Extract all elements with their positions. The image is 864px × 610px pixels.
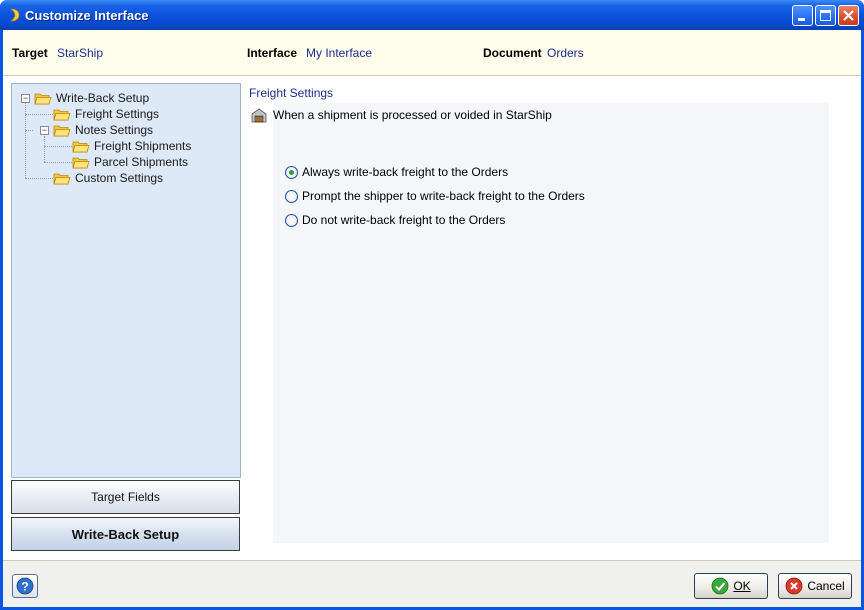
- document-value: Orders: [547, 46, 584, 60]
- option-label: Prompt the shipper to write-back freight…: [302, 189, 585, 203]
- option-label: Always write-back freight to the Orders: [302, 165, 509, 179]
- target-fields-label: Target Fields: [91, 490, 160, 504]
- tree-item-parcel-shipments[interactable]: Parcel Shipments: [72, 154, 188, 170]
- write-back-setup-button[interactable]: Write-Back Setup: [11, 517, 240, 551]
- tree-item-label: Parcel Shipments: [94, 155, 189, 169]
- tree-item-notes-settings[interactable]: Notes Settings: [53, 122, 153, 138]
- window-title: Customize Interface: [25, 8, 149, 23]
- target-value: StarShip: [57, 46, 104, 60]
- folder-open-icon: [53, 109, 71, 120]
- help-button[interactable]: ?: [12, 574, 38, 598]
- shipment-question: When a shipment is processed or voided i…: [251, 107, 552, 123]
- tree-item-label: Write-Back Setup: [56, 91, 150, 105]
- title-bar[interactable]: Customize Interface: [0, 0, 864, 30]
- checkmark-icon: [711, 577, 729, 595]
- maximize-icon: [820, 10, 831, 21]
- dialog-window: Customize Interface Target StarShip Inte…: [0, 0, 864, 610]
- interface-value: My Interface: [306, 46, 373, 60]
- option-prompt-shipper[interactable]: Prompt the shipper to write-back freight…: [285, 189, 585, 203]
- minimize-button[interactable]: [792, 5, 813, 26]
- document-label: Document: [483, 46, 542, 60]
- write-back-setup-label: Write-Back Setup: [71, 526, 180, 542]
- option-always-write-back[interactable]: Always write-back freight to the Orders: [285, 165, 508, 179]
- freight-settings-panel: Freight Settings When a shipment is proc…: [247, 83, 829, 543]
- maximize-button[interactable]: [815, 5, 836, 26]
- collapse-toggle-notes-settings[interactable]: −: [40, 126, 49, 135]
- ok-button[interactable]: OK: [694, 573, 768, 599]
- tree-item-write-back-setup[interactable]: Write-Back Setup: [34, 90, 149, 106]
- info-bar: Target StarShip Interface My Interface D…: [3, 30, 861, 76]
- folder-open-icon: [72, 141, 90, 152]
- cancel-icon: [785, 577, 803, 595]
- settings-tree-panel: − Write-Back Setup Freight Settings − No…: [11, 83, 241, 478]
- tree-item-freight-shipments[interactable]: Freight Shipments: [72, 138, 191, 154]
- radio-button[interactable]: [285, 165, 298, 179]
- panel-title: Freight Settings: [249, 86, 334, 100]
- dialog-footer: ? OK Cancel: [3, 560, 861, 607]
- help-icon: ?: [16, 577, 34, 595]
- folder-open-icon: [53, 173, 71, 184]
- tree-item-label: Notes Settings: [75, 123, 154, 137]
- target-label: Target: [12, 46, 48, 60]
- question-text: When a shipment is processed or voided i…: [273, 108, 552, 122]
- minimize-icon: [798, 18, 805, 21]
- folder-open-icon: [53, 125, 71, 136]
- warehouse-icon: [251, 108, 267, 123]
- tree-item-label: Freight Settings: [75, 107, 160, 121]
- option-do-not-write-back[interactable]: Do not write-back freight to the Orders: [285, 213, 505, 227]
- dialog-client: Target StarShip Interface My Interface D…: [3, 30, 861, 607]
- folder-open-icon: [72, 157, 90, 168]
- cancel-label: Cancel: [807, 579, 845, 593]
- close-icon: [843, 10, 854, 21]
- cancel-button[interactable]: Cancel: [778, 573, 852, 599]
- tree-item-custom-settings[interactable]: Custom Settings: [53, 170, 163, 186]
- option-label: Do not write-back freight to the Orders: [302, 213, 506, 227]
- tree-item-label: Custom Settings: [75, 171, 164, 185]
- radio-button[interactable]: [285, 189, 298, 203]
- collapse-toggle-write-back-setup[interactable]: −: [21, 94, 30, 103]
- interface-label: Interface: [247, 46, 298, 60]
- target-fields-button[interactable]: Target Fields: [11, 480, 240, 514]
- svg-text:?: ?: [21, 580, 28, 594]
- ok-label: OK: [733, 579, 751, 593]
- app-icon: [10, 8, 20, 22]
- settings-tree: − Write-Back Setup Freight Settings − No…: [12, 84, 240, 477]
- tree-item-label: Freight Shipments: [94, 139, 192, 153]
- radio-button[interactable]: [285, 213, 298, 227]
- folder-open-icon: [34, 93, 52, 104]
- close-button[interactable]: [838, 5, 859, 26]
- tree-item-freight-settings[interactable]: Freight Settings: [53, 106, 159, 122]
